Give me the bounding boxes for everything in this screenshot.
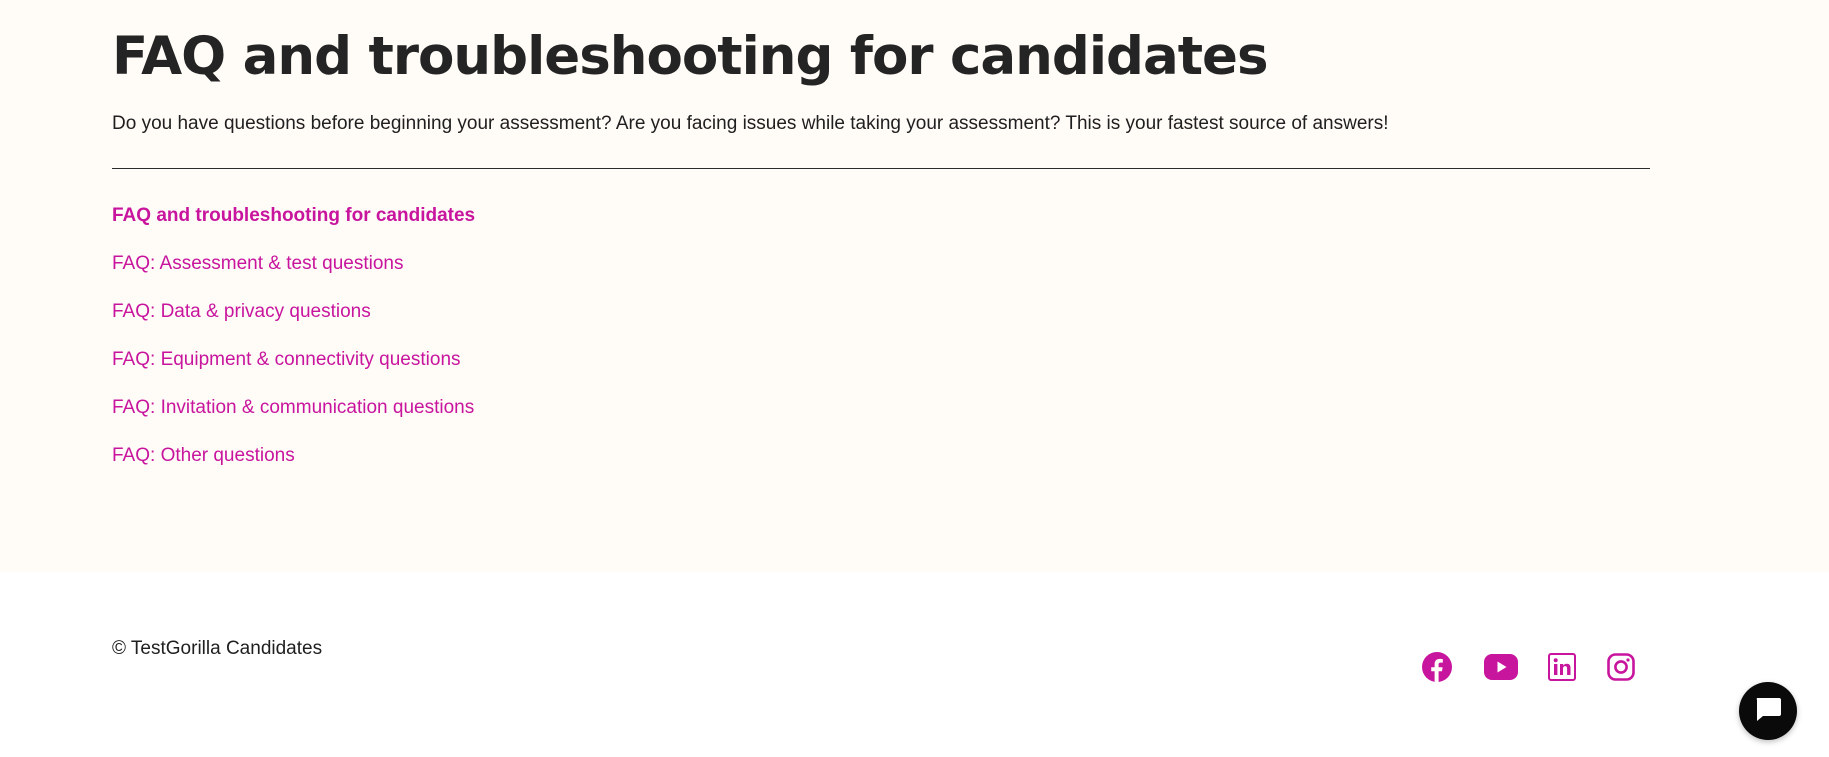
faq-nav-item: FAQ: Other questions	[112, 445, 475, 493]
linkedin-icon	[1548, 653, 1576, 681]
faq-nav-list: FAQ and troubleshooting for candidates F…	[112, 205, 475, 493]
page-subtitle: Do you have questions before beginning y…	[112, 113, 1389, 134]
youtube-icon	[1484, 654, 1518, 680]
divider	[112, 168, 1650, 169]
faq-link-other[interactable]: FAQ: Other questions	[112, 445, 295, 467]
instagram-icon	[1607, 653, 1635, 681]
chat-bubble-icon	[1753, 695, 1783, 728]
youtube-link[interactable]	[1483, 650, 1519, 684]
faq-link-data-privacy[interactable]: FAQ: Data & privacy questions	[112, 301, 371, 323]
faq-link-assessment[interactable]: FAQ: Assessment & test questions	[112, 253, 403, 275]
faq-link-invitation[interactable]: FAQ: Invitation & communication question…	[112, 397, 474, 419]
faq-nav-item: FAQ: Assessment & test questions	[112, 253, 475, 301]
faq-nav-item: FAQ: Data & privacy questions	[112, 301, 475, 349]
facebook-icon	[1422, 652, 1452, 682]
linkedin-link[interactable]	[1545, 650, 1579, 684]
faq-link-equipment[interactable]: FAQ: Equipment & connectivity questions	[112, 349, 461, 371]
chat-button[interactable]	[1739, 682, 1797, 740]
faq-nav-item: FAQ and troubleshooting for candidates	[112, 205, 475, 253]
faq-link-troubleshooting[interactable]: FAQ and troubleshooting for candidates	[112, 205, 475, 227]
copyright-text: © TestGorilla Candidates	[112, 638, 323, 659]
faq-nav-item: FAQ: Invitation & communication question…	[112, 397, 475, 445]
faq-nav-item: FAQ: Equipment & connectivity questions	[112, 349, 475, 397]
facebook-link[interactable]	[1420, 650, 1454, 684]
instagram-link[interactable]	[1604, 650, 1638, 684]
hero-section: FAQ and troubleshooting for candidates D…	[0, 0, 1829, 572]
page-title: FAQ and troubleshooting for candidates	[112, 26, 1269, 87]
